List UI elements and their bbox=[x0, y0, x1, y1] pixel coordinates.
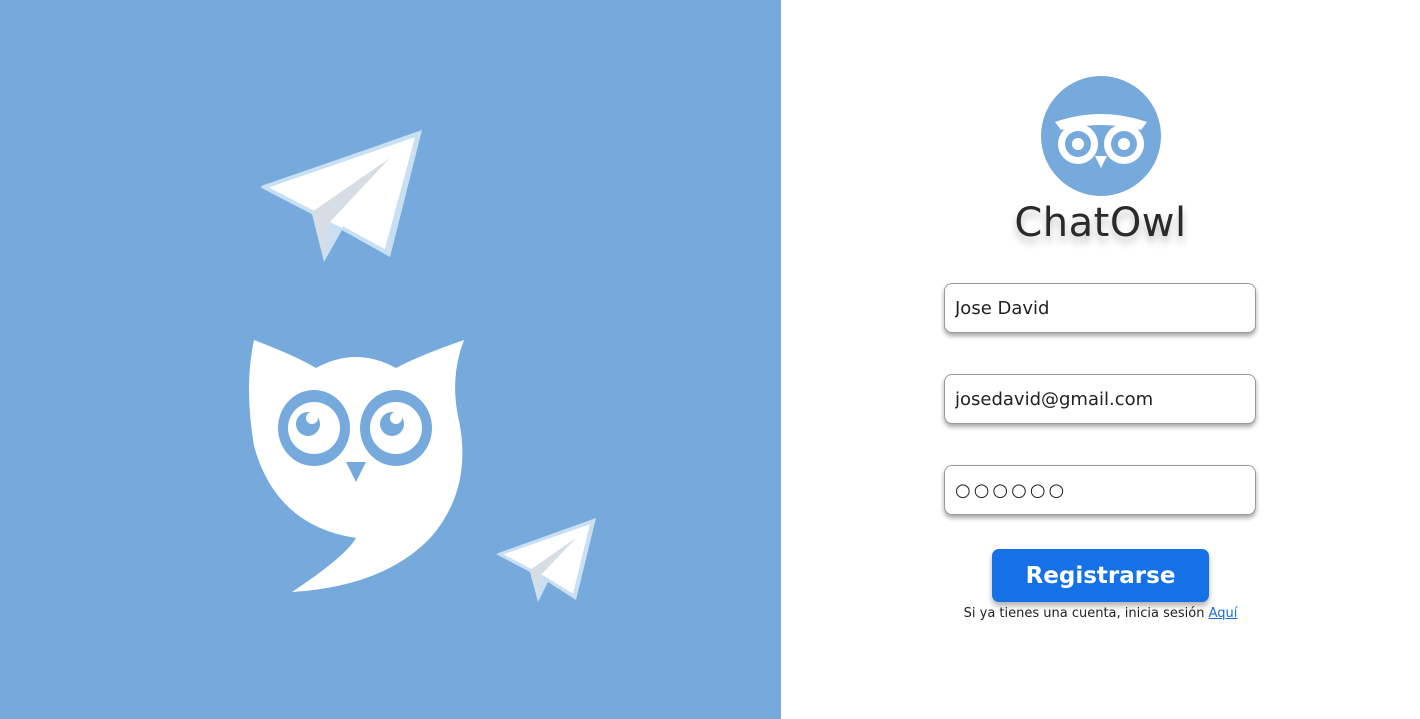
owl-eyes-icon bbox=[1040, 76, 1161, 196]
login-link[interactable]: Aquí bbox=[1209, 606, 1238, 621]
paper-plane-icon bbox=[260, 130, 422, 262]
app-title: ChatOwl bbox=[1014, 200, 1187, 246]
owl-speech-bubble-icon bbox=[249, 340, 464, 592]
name-input[interactable] bbox=[944, 283, 1256, 333]
login-hint-text: Si ya tienes una cuenta, inicia sesión bbox=[963, 606, 1209, 621]
register-button[interactable]: Registrarse bbox=[992, 549, 1209, 602]
login-hint: Si ya tienes una cuenta, inicia sesión A… bbox=[781, 606, 1420, 621]
register-form-panel: ChatOwl Registrarse Si ya tienes una cue… bbox=[781, 0, 1420, 719]
paper-plane-icon bbox=[496, 518, 596, 602]
register-page: ChatOwl Registrarse Si ya tienes una cue… bbox=[0, 0, 1420, 719]
email-input[interactable] bbox=[944, 374, 1256, 424]
password-input[interactable] bbox=[944, 465, 1256, 515]
illustration-panel bbox=[0, 0, 781, 719]
brand-header: ChatOwl bbox=[781, 76, 1420, 246]
